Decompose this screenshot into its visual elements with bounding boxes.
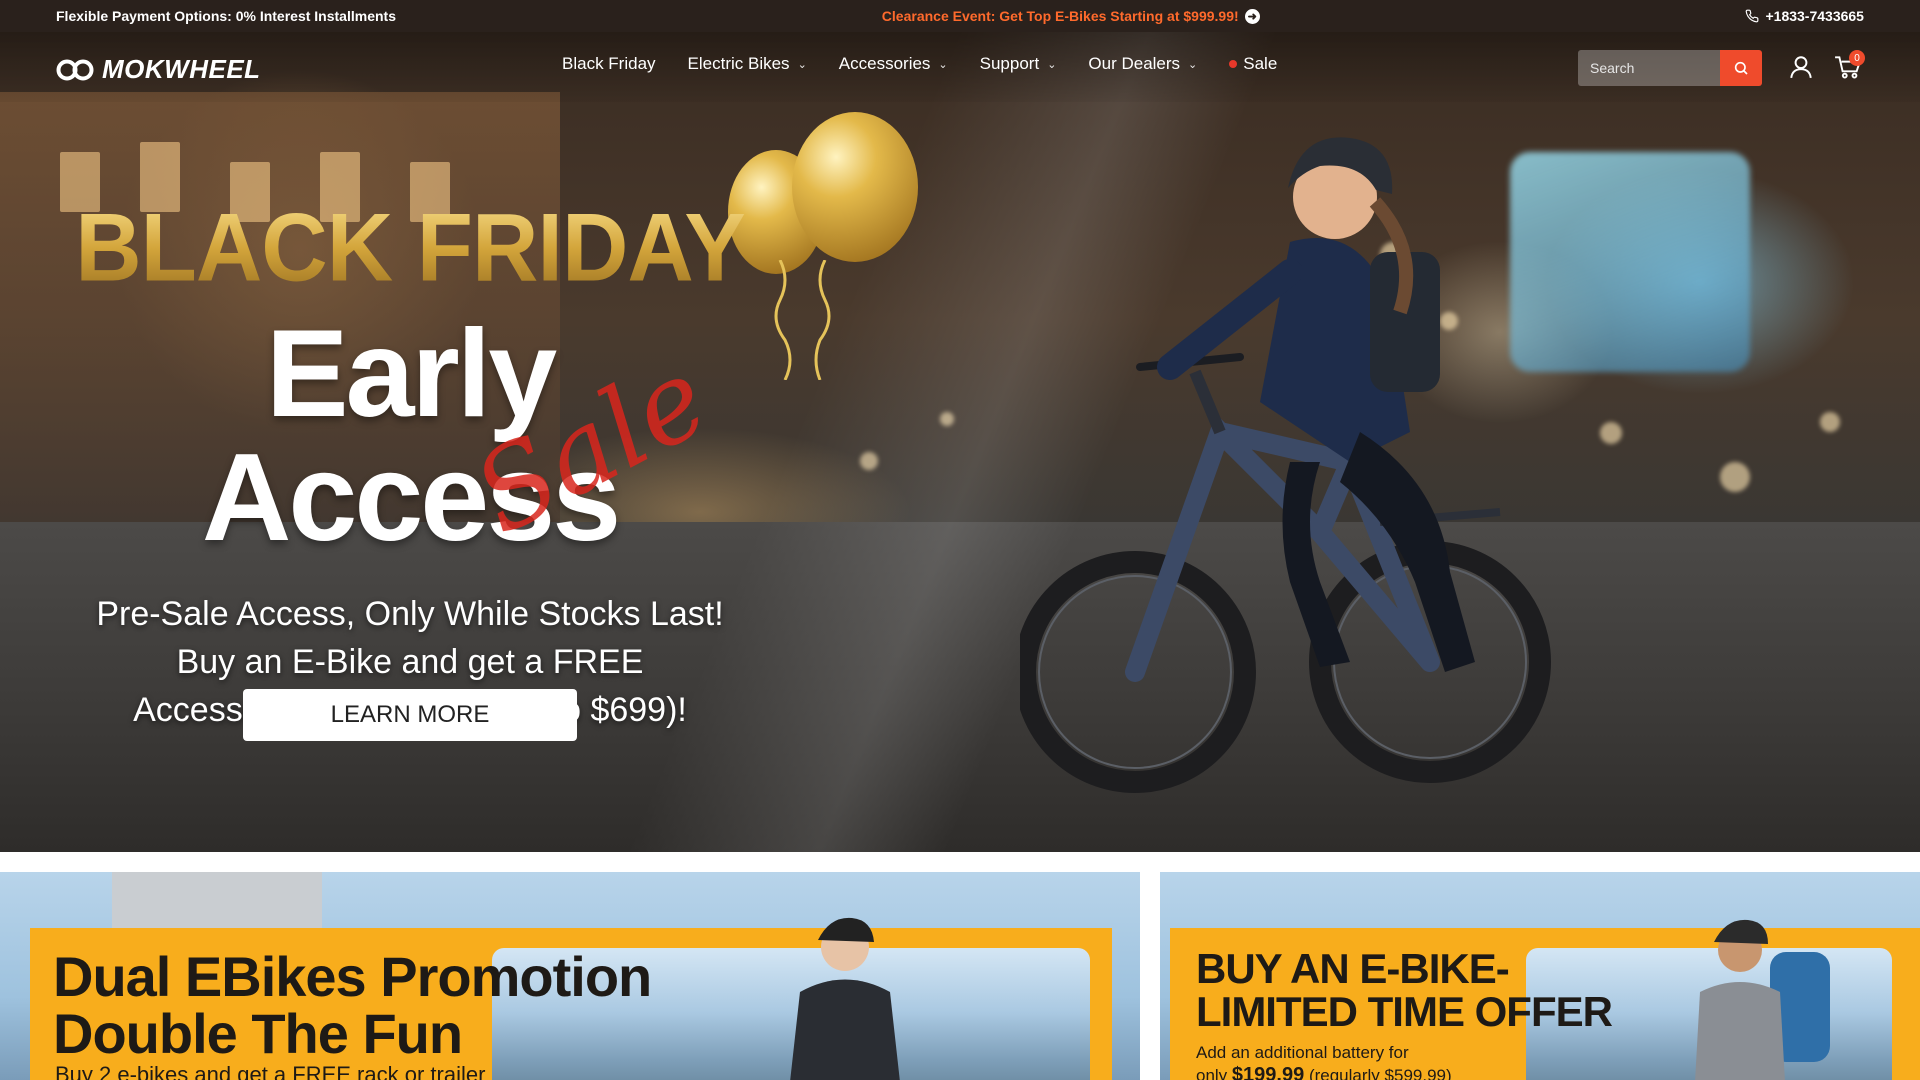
main-header: MOKWHEEL Black Friday Electric Bikes ⌄ A… bbox=[0, 32, 1920, 102]
menu-item-black-friday[interactable]: Black Friday bbox=[562, 54, 656, 74]
promo-card-dual-ebikes[interactable]: Dual EBikes Promotion Double The Fun Buy… bbox=[0, 872, 1140, 1080]
promo-title: BUY AN E-BIKE- LIMITED TIME OFFER bbox=[1196, 945, 1613, 1035]
clearance-event-link[interactable]: Clearance Event: Get Top E-Bikes Startin… bbox=[882, 8, 1260, 24]
chevron-down-icon: ⌄ bbox=[1188, 58, 1198, 71]
menu-item-label: Our Dealers bbox=[1088, 54, 1181, 73]
menu-item-label: Black Friday bbox=[562, 54, 656, 73]
hero-title: BLACK FRIDAY bbox=[60, 200, 760, 297]
menu-item-label: Accessories bbox=[838, 54, 931, 73]
promo-description: Buy 2 e-bikes and get a FREE rack or tra… bbox=[55, 1062, 486, 1080]
promo-title-line: Double The Fun bbox=[53, 1002, 463, 1066]
logo-text: MOKWHEEL bbox=[102, 54, 261, 84]
menu-item-label: Sale bbox=[1243, 54, 1278, 73]
logo-link[interactable]: MOKWHEEL bbox=[56, 54, 261, 85]
sale-tag-icon bbox=[1229, 60, 1238, 68]
promo-description-line: Add an additional battery for bbox=[1196, 1043, 1409, 1062]
hero-bokeh-light bbox=[1720, 462, 1750, 492]
menu-item-label: Electric Bikes bbox=[687, 54, 790, 73]
search-button[interactable] bbox=[1720, 50, 1762, 86]
promo-price: $199.99 bbox=[1231, 1064, 1305, 1080]
promo-price-prefix: only bbox=[1196, 1066, 1232, 1080]
clearance-event-text: Clearance Event: Get Top E-Bikes Startin… bbox=[881, 8, 1239, 24]
balloon-ribbon bbox=[774, 260, 831, 380]
menu-item-support[interactable]: Support ⌄ bbox=[980, 54, 1057, 74]
promo-description: Add an additional battery for only $199.… bbox=[1196, 1042, 1452, 1080]
cyclist-illustration bbox=[1020, 137, 1551, 793]
phone-link[interactable]: +1833-7433665 bbox=[1745, 8, 1864, 24]
search-icon bbox=[1734, 61, 1748, 75]
user-icon[interactable] bbox=[1788, 54, 1814, 80]
promo-title-line: Dual EBikes Promotion bbox=[53, 945, 652, 1008]
search-bar bbox=[1578, 50, 1762, 86]
chevron-down-icon: ⌄ bbox=[938, 58, 948, 71]
menu-item-label: Support bbox=[979, 54, 1040, 73]
hero-bokeh-light bbox=[1820, 412, 1840, 432]
phone-number: +1833-7433665 bbox=[1765, 8, 1864, 24]
chevron-down-icon: ⌄ bbox=[797, 58, 807, 71]
promo-title-line: BUY AN E-BIKE- bbox=[1196, 945, 1510, 992]
learn-more-button[interactable]: LEARN MORE bbox=[243, 689, 577, 741]
cart-count-badge: 0 bbox=[1849, 50, 1865, 66]
promo-title: Dual EBikes Promotion Double The Fun bbox=[53, 945, 652, 1066]
gold-balloon bbox=[792, 112, 918, 262]
hero-subtitle-line: Buy an E-Bike and get a FREE bbox=[176, 643, 644, 681]
mokwheel-logo-icon bbox=[56, 59, 94, 80]
main-menu: Black Friday Electric Bikes ⌄ Accessorie… bbox=[562, 54, 1277, 74]
promo-card-battery-offer[interactable]: BUY AN E-BIKE- LIMITED TIME OFFER Add an… bbox=[1160, 872, 1920, 1080]
promo-rider-figure bbox=[1695, 919, 1830, 1080]
menu-item-our-dealers[interactable]: Our Dealers ⌄ bbox=[1088, 54, 1197, 74]
menu-item-sale[interactable]: Sale bbox=[1229, 54, 1277, 74]
announcement-bar: Flexible Payment Options: 0% Interest In… bbox=[0, 0, 1920, 32]
phone-icon bbox=[1746, 9, 1759, 23]
promo-title-line: LIMITED TIME OFFER bbox=[1196, 987, 1613, 1035]
hero-bokeh-light bbox=[1600, 422, 1622, 444]
payment-options-text: Flexible Payment Options: 0% Interest In… bbox=[56, 8, 396, 24]
promo-rider-figure bbox=[790, 917, 900, 1080]
menu-item-electric-bikes[interactable]: Electric Bikes ⌄ bbox=[688, 54, 807, 74]
promo-regular-price: (regularly $599.99) bbox=[1308, 1066, 1452, 1080]
hero-banner[interactable]: BLACK FRIDAY Early Access Pre-Sale Acces… bbox=[0, 32, 1920, 852]
hero-subtitle-line: Pre-Sale Access, Only While Stocks Last! bbox=[96, 595, 724, 633]
search-input[interactable] bbox=[1578, 50, 1720, 86]
promo-price-line: only $199.99 (regularly $599.99) bbox=[1196, 1064, 1452, 1080]
arrow-right-circle-icon: ➜ bbox=[1244, 8, 1260, 24]
menu-item-accessories[interactable]: Accessories ⌄ bbox=[839, 54, 948, 74]
chevron-down-icon: ⌄ bbox=[1047, 58, 1057, 71]
